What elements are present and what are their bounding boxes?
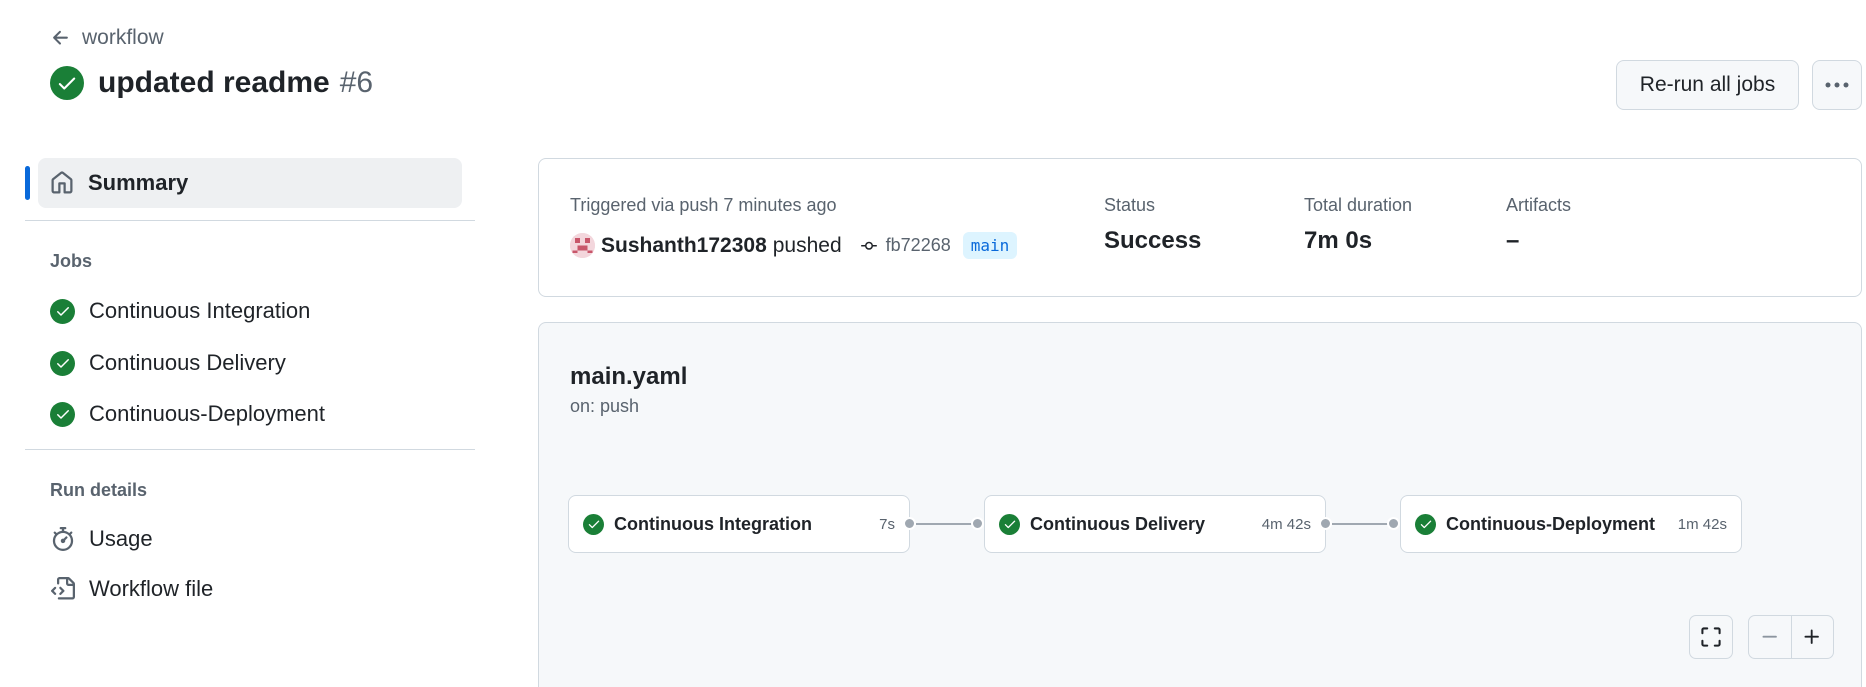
graph-job-name: Continuous Delivery bbox=[1030, 513, 1206, 534]
total-duration-label: Total duration bbox=[1304, 195, 1413, 215]
arrow-left-icon bbox=[53, 30, 68, 45]
workflow-graph-card: main.yaml on: push Continuous Integratio… bbox=[538, 322, 1862, 687]
job-label: Continuous Integration bbox=[89, 298, 311, 323]
artifacts-label: Artifacts bbox=[1506, 195, 1572, 215]
run-details-heading: Run details bbox=[50, 480, 148, 500]
success-check-icon bbox=[50, 350, 75, 376]
pusher-row: Sushanth172308 pushed fb72268 main bbox=[570, 232, 1018, 259]
sidebar-item-summary[interactable]: Summary bbox=[38, 158, 462, 208]
sidebar-divider bbox=[25, 220, 475, 221]
job-connector bbox=[916, 523, 972, 525]
git-commit-icon bbox=[860, 241, 877, 250]
run-summary-card: Triggered via push 7 minutes ago Sushant… bbox=[538, 158, 1862, 297]
graph-job-duration: 1m 42s bbox=[1677, 515, 1727, 533]
triggered-text: Triggered via push 7 minutes ago bbox=[570, 195, 837, 215]
sidebar-item-usage[interactable]: Usage bbox=[50, 526, 153, 552]
success-check-icon bbox=[1415, 513, 1436, 535]
workflow-trigger: on: push bbox=[570, 396, 640, 416]
success-check-icon bbox=[999, 513, 1020, 535]
home-icon bbox=[51, 171, 73, 194]
zoom-controls bbox=[1748, 615, 1834, 659]
username-link[interactable]: Sushanth172308 bbox=[601, 234, 767, 258]
dash-icon bbox=[1762, 635, 1777, 638]
avatar[interactable] bbox=[570, 233, 595, 258]
zoom-in-button[interactable] bbox=[1790, 616, 1834, 658]
zoom-out-button[interactable] bbox=[1749, 616, 1791, 658]
artifacts-value: – bbox=[1506, 227, 1520, 254]
graph-job-duration: 7s bbox=[879, 515, 895, 533]
graph-job-continuous-deployment[interactable]: Continuous-Deployment 1m 42s bbox=[1400, 495, 1742, 553]
run-title-row: updated readme #6 bbox=[50, 66, 373, 100]
workflow-file-label: Workflow file bbox=[89, 576, 214, 601]
connector-dot bbox=[1387, 517, 1400, 530]
job-connector bbox=[1332, 523, 1388, 525]
kebab-horizontal-icon bbox=[1825, 82, 1849, 88]
success-check-icon bbox=[583, 513, 604, 535]
pushed-text: pushed bbox=[772, 233, 842, 257]
summary-label: Summary bbox=[88, 170, 189, 195]
run-title: updated readme bbox=[98, 66, 330, 99]
success-check-icon bbox=[50, 298, 75, 324]
sidebar-job-continuous-deployment[interactable]: Continuous-Deployment bbox=[50, 401, 325, 427]
status-value: Success bbox=[1104, 227, 1202, 254]
connector-dot bbox=[971, 517, 984, 530]
sidebar-item-workflow-file[interactable]: Workflow file bbox=[50, 576, 213, 602]
graph-job-name: Continuous Integration bbox=[614, 513, 812, 534]
run-number: #6 bbox=[339, 66, 374, 99]
sidebar-divider bbox=[25, 449, 475, 450]
connector-dot bbox=[903, 517, 916, 530]
job-label: Continuous Delivery bbox=[89, 350, 286, 375]
status-label: Status bbox=[1104, 195, 1156, 215]
stopwatch-icon bbox=[50, 527, 75, 552]
graph-job-name: Continuous-Deployment bbox=[1446, 513, 1655, 534]
success-check-icon bbox=[50, 66, 84, 100]
file-code-icon bbox=[50, 577, 75, 602]
sidebar-job-continuous-integration[interactable]: Continuous Integration bbox=[50, 298, 310, 324]
back-to-workflow-link[interactable]: workflow bbox=[50, 26, 164, 50]
fullscreen-icon bbox=[1701, 627, 1721, 647]
graph-job-duration: 4m 42s bbox=[1261, 515, 1311, 533]
graph-job-continuous-delivery[interactable]: Continuous Delivery 4m 42s bbox=[984, 495, 1326, 553]
back-link-label: workflow bbox=[82, 26, 164, 49]
usage-label: Usage bbox=[89, 526, 153, 551]
commit-sha: fb72268 bbox=[885, 235, 951, 255]
job-label: Continuous-Deployment bbox=[89, 401, 326, 426]
total-duration-value: 7m 0s bbox=[1304, 227, 1373, 254]
commit-link[interactable]: fb72268 bbox=[858, 235, 951, 256]
fullscreen-button[interactable] bbox=[1689, 615, 1733, 659]
plus-icon bbox=[1804, 629, 1820, 644]
branch-badge[interactable]: main bbox=[962, 232, 1018, 259]
rerun-all-jobs-button[interactable]: Re-run all jobs bbox=[1616, 60, 1799, 110]
sidebar-job-continuous-delivery[interactable]: Continuous Delivery bbox=[50, 350, 286, 376]
jobs-heading: Jobs bbox=[50, 251, 93, 271]
connector-dot bbox=[1319, 517, 1332, 530]
graph-job-continuous-integration[interactable]: Continuous Integration 7s bbox=[568, 495, 910, 553]
workflow-file-name: main.yaml bbox=[570, 363, 688, 390]
active-indicator bbox=[25, 166, 30, 200]
more-options-button[interactable] bbox=[1812, 60, 1862, 110]
success-check-icon bbox=[50, 401, 75, 427]
